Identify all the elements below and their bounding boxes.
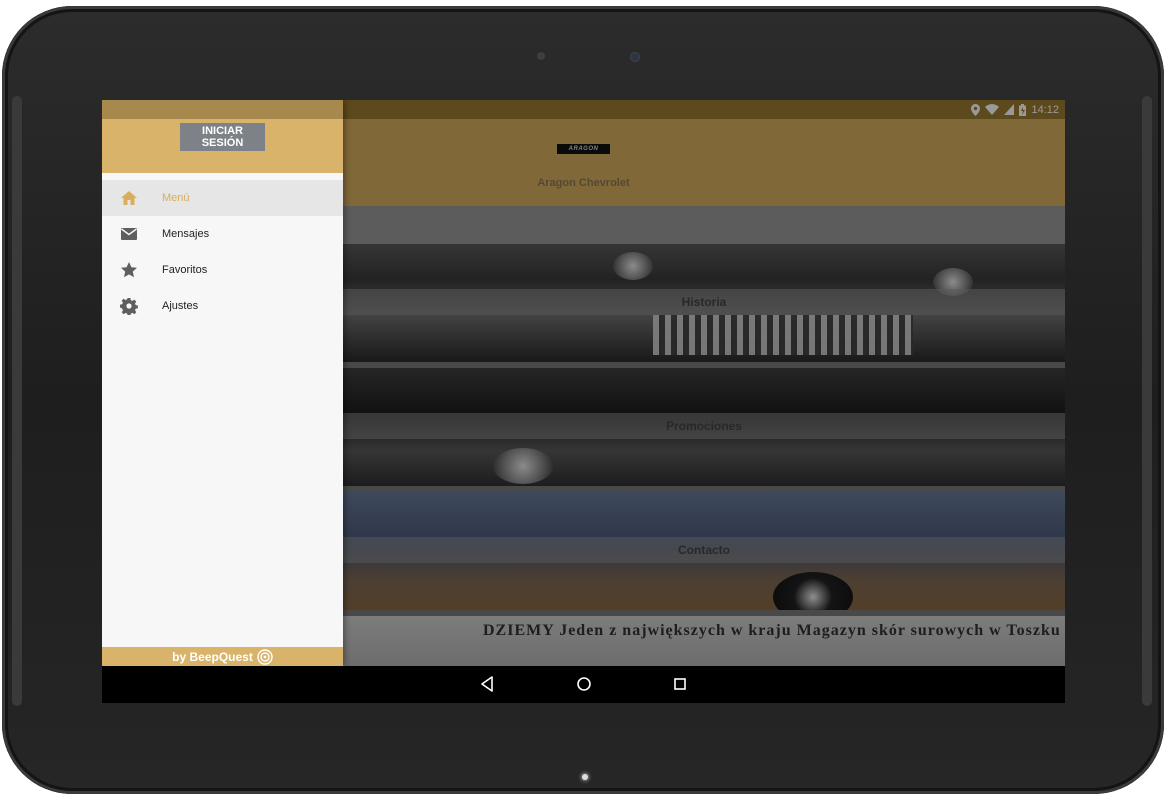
drawer-header: INICIAR SESIÓN [102, 100, 343, 173]
footer-brand-text: by BeepQuest [172, 649, 253, 664]
drawer-footer[interactable]: by BeepQuest [102, 647, 343, 666]
drawer-item-mensajes[interactable]: Mensajes [102, 216, 343, 252]
bezel-speaker-right [1142, 96, 1152, 706]
drawer-menu: Menú Mensajes Favoritos Ajustes [102, 180, 343, 324]
drawer-item-label: Menú [162, 192, 190, 204]
drawer-status-bar [102, 100, 343, 119]
front-camera [630, 52, 640, 62]
home-circle-icon[interactable] [575, 675, 593, 693]
drawer-item-label: Ajustes [162, 300, 199, 312]
drawer-item-label: Mensajes [162, 228, 210, 240]
device-screen: 14:12 ARAGON Aragon Chevrolet Historia P… [102, 100, 1065, 703]
bezel-speaker-left [12, 96, 22, 706]
drawer-item-label: Favoritos [162, 264, 208, 276]
drawer-item-menu[interactable]: Menú [102, 180, 343, 216]
beepquest-logo-icon [257, 648, 273, 665]
login-button[interactable]: INICIAR SESIÓN [180, 123, 265, 151]
system-navigation-bar [102, 666, 1065, 703]
back-icon[interactable] [479, 675, 497, 693]
recents-icon[interactable] [671, 675, 689, 693]
light-sensor [537, 52, 545, 60]
gear-icon [120, 298, 138, 315]
drawer-item-favoritos[interactable]: Favoritos [102, 252, 343, 288]
star-icon [121, 262, 137, 278]
drawer-item-ajustes[interactable]: Ajustes [102, 288, 343, 324]
home-icon [121, 191, 137, 205]
envelope-icon [121, 228, 137, 240]
navigation-drawer: INICIAR SESIÓN Menú Mensajes Favoritos A… [102, 100, 343, 666]
notification-led [582, 774, 588, 780]
